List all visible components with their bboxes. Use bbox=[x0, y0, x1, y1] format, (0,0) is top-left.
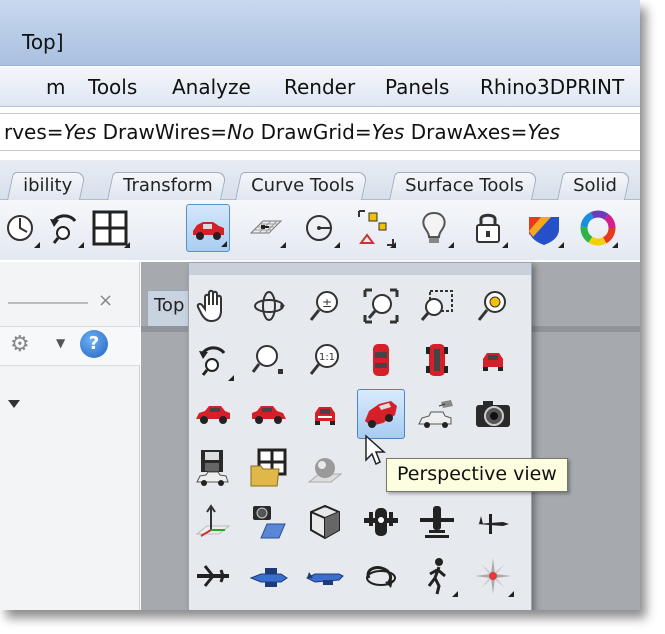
perspective-view-icon[interactable] bbox=[357, 389, 405, 439]
zoom-1-to-1-icon[interactable]: 1:1 bbox=[301, 335, 349, 385]
zoom-window-icon[interactable] bbox=[413, 281, 461, 331]
left-panel: × bbox=[0, 262, 140, 610]
gumball-icon[interactable] bbox=[0, 204, 42, 252]
back-view-car-icon[interactable] bbox=[301, 389, 349, 439]
toolbar-tab-strip: ibility Transform Curve Tools Surface To… bbox=[0, 160, 640, 200]
menu-item-tools[interactable]: Tools bbox=[88, 75, 137, 99]
plane-front-icon[interactable] bbox=[357, 497, 405, 547]
expand-arrow-icon[interactable] bbox=[8, 400, 20, 408]
view-toolbar-flyout: ± 1:1 bbox=[188, 262, 532, 610]
main-toolbar bbox=[0, 200, 640, 260]
pan-hand-icon[interactable] bbox=[189, 281, 237, 331]
color-wheel-icon[interactable] bbox=[576, 204, 620, 252]
set-cplane-icon[interactable] bbox=[189, 497, 237, 547]
panel-grip[interactable] bbox=[8, 302, 88, 304]
tab-surface-tools[interactable]: Surface Tools bbox=[389, 172, 538, 200]
menu-bar: m Tools Analyze Render Panels Rhino3DPRI… bbox=[0, 67, 640, 107]
camera-icon[interactable] bbox=[469, 389, 517, 439]
undo-view-change-icon[interactable] bbox=[189, 335, 237, 385]
command-line-text: rves=Yes DrawWires=No DrawGrid=Yes DrawA… bbox=[4, 120, 561, 144]
tab-visibility[interactable]: ibility bbox=[7, 172, 87, 200]
left-view-car-icon[interactable] bbox=[189, 389, 237, 439]
sphere-icon[interactable] bbox=[301, 443, 349, 493]
menu-item-rhino3dprint[interactable]: Rhino3DPRINT bbox=[480, 75, 624, 99]
menu-item-render[interactable]: Render bbox=[284, 75, 355, 99]
plane-side-icon[interactable] bbox=[469, 497, 517, 547]
right-view-car-icon[interactable] bbox=[245, 389, 293, 439]
window-title: Top] bbox=[22, 30, 64, 54]
plane-back-icon[interactable] bbox=[301, 551, 349, 601]
box-view-icon[interactable] bbox=[301, 497, 349, 547]
grid-plane-icon[interactable] bbox=[244, 204, 288, 252]
camera-plane-icon[interactable] bbox=[245, 497, 293, 547]
svg-text:±: ± bbox=[322, 296, 332, 310]
tab-transform[interactable]: Transform bbox=[107, 172, 227, 200]
zoom-extents-icon[interactable] bbox=[357, 281, 405, 331]
two-point-perspective-icon[interactable] bbox=[413, 389, 461, 439]
rotate-view-icon[interactable] bbox=[42, 204, 86, 252]
menu-item-partial[interactable]: m bbox=[46, 75, 65, 99]
gear-icon[interactable]: ⚙ bbox=[10, 332, 30, 357]
front-view-car-icon[interactable] bbox=[469, 335, 517, 385]
zoom-target-icon[interactable] bbox=[245, 335, 293, 385]
menu-item-analyze[interactable]: Analyze bbox=[172, 75, 251, 99]
open-view-icon[interactable] bbox=[245, 443, 293, 493]
chevron-down-icon[interactable]: ▼ bbox=[56, 336, 65, 350]
zoom-dynamic-icon[interactable]: ± bbox=[301, 281, 349, 331]
svg-text:1:1: 1:1 bbox=[319, 352, 335, 363]
zoom-selected-icon[interactable] bbox=[469, 281, 517, 331]
orbit-icon[interactable] bbox=[357, 551, 405, 601]
close-icon[interactable]: × bbox=[98, 290, 113, 311]
plane-top-icon[interactable] bbox=[413, 497, 461, 547]
circle-icon[interactable] bbox=[298, 204, 342, 252]
lock-icon[interactable] bbox=[466, 204, 510, 252]
plane-left-icon[interactable] bbox=[189, 551, 237, 601]
walkabout-icon[interactable] bbox=[413, 551, 461, 601]
menu-item-panels[interactable]: Panels bbox=[385, 75, 449, 99]
render-material-icon[interactable] bbox=[522, 204, 566, 252]
plane-right-icon[interactable] bbox=[245, 551, 293, 601]
command-line[interactable]: rves=Yes DrawWires=No DrawGrid=Yes DrawA… bbox=[0, 113, 640, 151]
save-view-icon[interactable] bbox=[189, 443, 237, 493]
top-view-car-icon[interactable] bbox=[357, 335, 405, 385]
rotate-view-icon[interactable] bbox=[245, 281, 293, 331]
flyout-header bbox=[189, 263, 531, 275]
select-points-icon[interactable] bbox=[354, 204, 398, 252]
light-bulb-icon[interactable] bbox=[412, 204, 456, 252]
compass-icon[interactable] bbox=[469, 551, 517, 601]
tab-solid[interactable]: Solid bbox=[557, 172, 631, 200]
four-viewports-icon[interactable] bbox=[88, 204, 132, 252]
car-view-icon[interactable] bbox=[186, 204, 230, 252]
title-bar: Top] bbox=[0, 0, 640, 66]
help-icon[interactable]: ? bbox=[80, 330, 108, 358]
app-window: Top] m Tools Analyze Render Panels Rhino… bbox=[0, 0, 640, 610]
bottom-view-car-icon[interactable] bbox=[413, 335, 461, 385]
tab-curve-tools[interactable]: Curve Tools bbox=[235, 172, 369, 200]
tooltip: Perspective view bbox=[386, 458, 568, 492]
